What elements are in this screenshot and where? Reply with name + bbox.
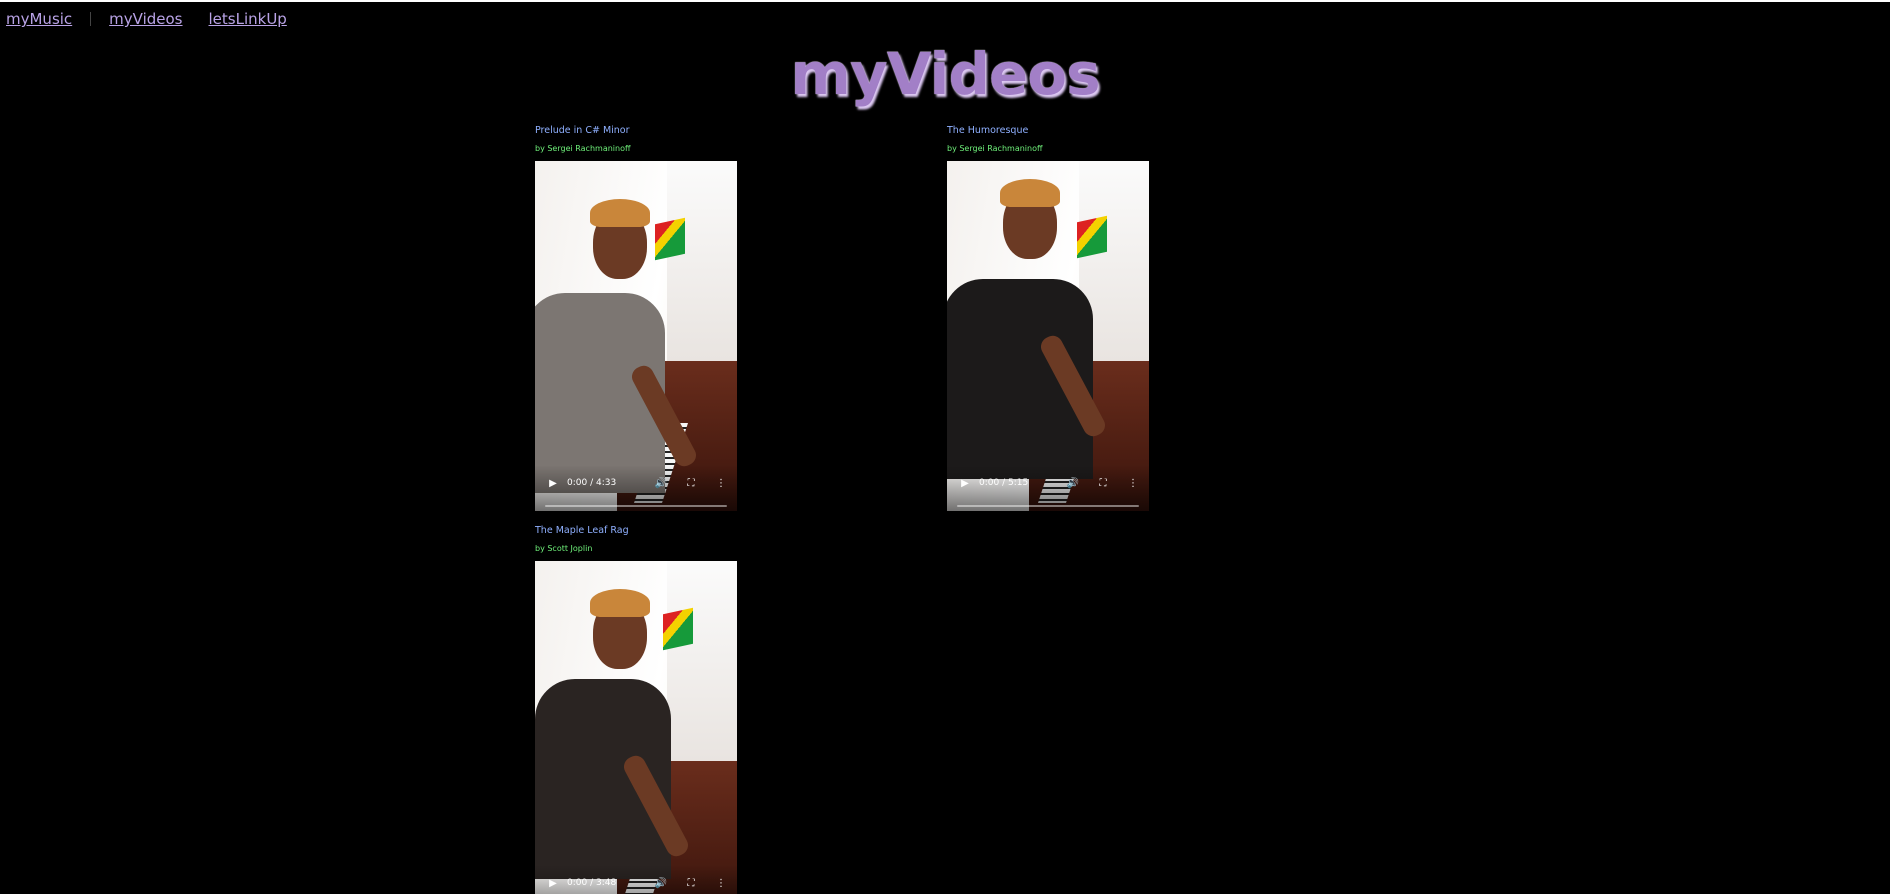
page-title: myVideos	[790, 40, 1100, 108]
video-artist: by Scott Joplin	[535, 544, 593, 553]
progress-bar[interactable]	[957, 505, 1139, 507]
video-card: The Humoresque by Sergei Rachmaninoff ▶ …	[947, 124, 1157, 511]
fullscreen-icon[interactable]: ⛶	[683, 475, 699, 491]
play-icon[interactable]: ▶	[545, 875, 561, 891]
video-artist: by Sergei Rachmaninoff	[947, 144, 1043, 153]
more-options-icon[interactable]: ⋮	[713, 875, 729, 891]
more-options-icon[interactable]: ⋮	[713, 475, 729, 491]
volume-icon[interactable]: 🔊	[1065, 475, 1081, 491]
video-player[interactable]: ▶ 0:00 / 5:15 🔊 ⛶ ⋮	[947, 161, 1149, 511]
video-time: 0:00 / 3:48	[567, 878, 617, 888]
nav-link-letslinkup[interactable]: letsLinkUp	[209, 10, 287, 28]
video-controls: ▶ 0:00 / 5:15 🔊 ⛶ ⋮	[947, 465, 1149, 511]
nav-link-mymusic[interactable]: myMusic	[6, 10, 72, 28]
video-card: Prelude in C# Minor by Sergei Rachmanino…	[535, 124, 745, 511]
fullscreen-icon[interactable]: ⛶	[1095, 475, 1111, 491]
progress-bar[interactable]	[545, 505, 727, 507]
video-title: The Maple Leaf Rag	[535, 525, 629, 536]
volume-icon[interactable]: 🔊	[653, 875, 669, 891]
play-icon[interactable]: ▶	[957, 475, 973, 491]
flag-image	[663, 607, 693, 651]
flag-image	[655, 217, 685, 261]
flag-image	[1077, 215, 1107, 259]
page-frame: myMusic myVideos letsLinkUp myVideos Pre…	[0, 2, 1890, 894]
video-controls: ▶ 0:00 / 4:33 🔊 ⛶ ⋮	[535, 465, 737, 511]
video-player[interactable]: ▶ 0:00 / 3:48 🔊 ⛶ ⋮	[535, 561, 737, 894]
video-card: The Maple Leaf Rag by Scott Joplin ▶ 0:0…	[535, 524, 745, 894]
volume-icon[interactable]: 🔊	[653, 475, 669, 491]
video-title: Prelude in C# Minor	[535, 125, 630, 136]
video-title: The Humoresque	[947, 125, 1029, 136]
nav-divider	[90, 12, 92, 26]
play-icon[interactable]: ▶	[545, 475, 561, 491]
video-artist: by Sergei Rachmaninoff	[535, 144, 631, 153]
more-options-icon[interactable]: ⋮	[1125, 475, 1141, 491]
video-controls: ▶ 0:00 / 3:48 🔊 ⛶ ⋮	[535, 865, 737, 894]
fullscreen-icon[interactable]: ⛶	[683, 875, 699, 891]
video-time: 0:00 / 4:33	[567, 478, 617, 488]
nav-link-myvideos[interactable]: myVideos	[109, 10, 182, 28]
video-player[interactable]: ▶ 0:00 / 4:33 🔊 ⛶ ⋮	[535, 161, 737, 511]
top-nav: myMusic myVideos letsLinkUp	[6, 8, 287, 30]
video-time: 0:00 / 5:15	[979, 478, 1029, 488]
